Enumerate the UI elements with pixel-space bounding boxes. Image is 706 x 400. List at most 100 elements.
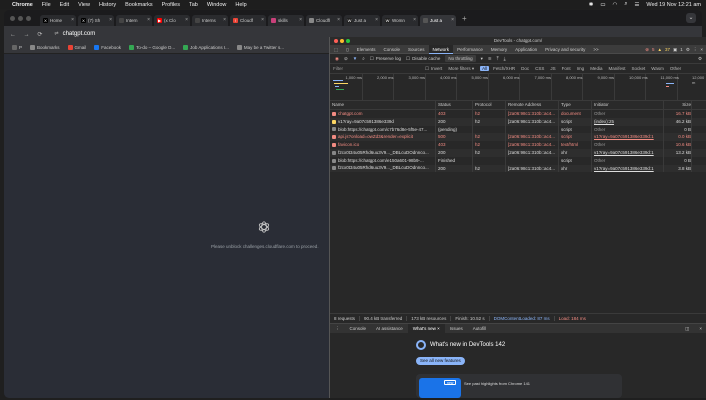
panel-tab-memory[interactable]: Memory [487,45,511,54]
panel-tab-application[interactable]: Application [511,45,541,54]
inspect-icon[interactable]: ⬚ [330,45,342,54]
export-har-icon[interactable]: ⤓ [504,56,506,61]
request-initiator[interactable]: (index):25 [592,117,664,126]
menu-profiles[interactable]: Profiles [162,2,180,8]
bookmark-item[interactable]: P [12,45,22,50]
col-type[interactable]: Type [559,101,592,109]
error-icon[interactable]: ⊗ [645,47,649,53]
browser-tab[interactable]: Cloudfl × [306,15,342,26]
browser-tab[interactable]: skills × [268,15,304,26]
more-filters-button[interactable]: More filters ▾ [448,66,474,72]
throttling-select[interactable]: No throttling [445,55,476,62]
type-filter-chip[interactable]: Manifest [606,66,627,71]
warning-icon[interactable]: ▲ [658,47,662,52]
new-tab-button[interactable]: + [462,14,467,23]
menu-help[interactable]: Help [235,2,246,8]
clear-icon[interactable]: ⊘ [344,56,348,62]
panel-tab-performance[interactable]: Performance [453,45,487,54]
request-name[interactable]: blob:https://chatgpt.com/e150a601-98b9-.… [330,156,436,165]
request-initiator[interactable]: v1?ray=9a07c591386e339d:1 [592,164,664,173]
bluetooth-icon[interactable]: ✱ [589,2,594,8]
kebab-menu-icon[interactable]: ⋮ [693,47,698,53]
bookmark-item[interactable]: Facebook [94,45,121,50]
tab-close-icon[interactable]: × [375,17,378,23]
request-name[interactable]: v1?ray=9a07c591386e339d [330,117,436,126]
menu-view[interactable]: View [78,2,90,8]
close-devtools-icon[interactable]: × [700,47,703,52]
device-toolbar-icon[interactable]: ▯ [342,45,352,54]
tab-close-icon[interactable]: × [223,17,226,23]
request-initiator[interactable]: v1?ray=9a07c591386e339d:1 [592,148,664,157]
search-icon[interactable]: ⌕ [624,1,627,8]
bookmark-item[interactable]: May be a Twitter s... [236,45,284,50]
tab-close-icon[interactable]: × [185,17,188,23]
menu-file[interactable]: File [42,2,51,8]
site-info-icon[interactable]: ⇌ [54,31,58,37]
browser-tab[interactable]: X (7) Sh × [78,15,114,26]
minimize-icon[interactable] [18,15,23,21]
table-row[interactable]: favicon.ico 403 h2 [2a06:98c1:310b::ac4... t… [330,141,706,149]
tab-close-icon[interactable]: × [451,17,454,23]
disable-cache-checkbox[interactable]: ☐ [406,56,410,62]
wifi-icon[interactable]: ◠ [613,2,618,8]
type-filter-chip[interactable]: Other [668,66,683,71]
menu-window[interactable]: Window [207,2,227,8]
table-row[interactable]: api.js?onload=owZd3&render=explicit 500 h2… [330,133,706,142]
tab-close-icon[interactable]: × [109,17,112,23]
address-bar[interactable]: chatgpt.com [63,31,96,37]
request-initiator[interactable]: v1?ray=9a07c591386e339d:1 [592,133,664,142]
tab-close-icon[interactable]: × [261,17,264,23]
browser-tab[interactable]: X Home × [40,15,76,26]
back-button[interactable]: ← [10,32,16,38]
request-name[interactable]: favicon.ico [330,141,436,149]
drawer-tab-console[interactable]: Console [345,324,372,334]
menu-history[interactable]: History [99,2,116,8]
preserve-log-checkbox[interactable]: ☐ [370,56,374,62]
col-status[interactable]: Status [436,101,473,109]
tab-close-icon[interactable]: × [299,17,302,23]
table-row[interactable]: chatgpt.com 403 h2 [2a06:98c1:310b::ac4... d… [330,110,706,118]
network-overview-timeline[interactable]: 1,000 ms 2,000 ms 3,000 ms 4,000 ms 5,000 ms… [330,74,706,101]
table-row[interactable]: v1?ray=9a07c591386e339d 200 h2 [2a06:98c1:3… [330,117,706,126]
col-size[interactable]: Size [664,101,692,109]
request-name[interactable]: chatgpt.com [330,110,436,118]
table-row[interactable]: blob:https://chatgpt.com/c7b76d8e-5f5e-4… [330,125,706,134]
dock-drawer-icon[interactable]: ◫ [680,324,694,334]
network-settings-icon[interactable]: ⚙ [698,56,702,62]
col-initiator[interactable]: Initiator [592,101,664,109]
table-row[interactable]: blob:https://chatgpt.com/e150a601-98b9-.… [330,156,706,165]
drawer-menu-icon[interactable]: ⋮ [330,324,345,334]
bookmark-item[interactable]: Gmail [67,45,86,50]
warning-count[interactable]: 37 [665,47,670,52]
request-name[interactable]: f2cx0t34u05Rhd6uu3V9..._DBLcuDOdnnco... [330,148,436,157]
panel-tab-sources[interactable]: Sources [404,45,429,54]
control-center-icon[interactable]: ☰ [634,2,639,8]
issues-count[interactable]: 1 [680,47,683,52]
tab-close-icon[interactable]: × [147,17,150,23]
invert-checkbox[interactable]: ☐ [425,66,429,72]
browser-tab[interactable]: Intern × [116,15,152,26]
highlights-card[interactable]: new See past highlights from Chrome 141 [416,374,622,398]
tab-close-icon[interactable]: × [337,17,340,23]
close-icon[interactable] [10,15,15,21]
type-filter-chip[interactable]: All [480,66,490,71]
panel-tab-network[interactable]: Network [428,44,454,54]
browser-tab[interactable]: ! Cloudf × [230,15,266,26]
type-filter-chip[interactable]: CSS [533,66,546,71]
drawer-tab-ai-assistance[interactable]: AI assistance [371,324,408,334]
more-panels-button[interactable]: >> [589,45,602,54]
tab-search-button[interactable]: ⌄ [686,13,696,23]
reload-button[interactable]: ⟳ [37,32,42,38]
type-filter-chip[interactable]: JS [548,66,557,71]
type-filter-chip[interactable]: Wasm [649,66,666,71]
drawer-tab-whats-new[interactable]: What's new × [407,323,445,334]
table-row[interactable]: f2cx0t34u05Rhd6uu3V9..._DBLcuDOdnnco... 2… [330,148,706,157]
settings-gear-icon[interactable]: ⚙ [686,47,690,53]
tab-close-icon[interactable]: × [413,17,416,23]
bookmark-item[interactable]: Bookmarks [30,45,60,50]
issues-icon[interactable]: ▣ [673,47,677,53]
filter-input[interactable]: Filter [333,66,425,71]
request-name[interactable]: f2cx0t34u05Rhd6uu3V9..._DBLcuDOdnnco... [330,164,436,173]
battery-icon[interactable]: ▭ [600,2,605,8]
menu-edit[interactable]: Edit [60,2,69,8]
